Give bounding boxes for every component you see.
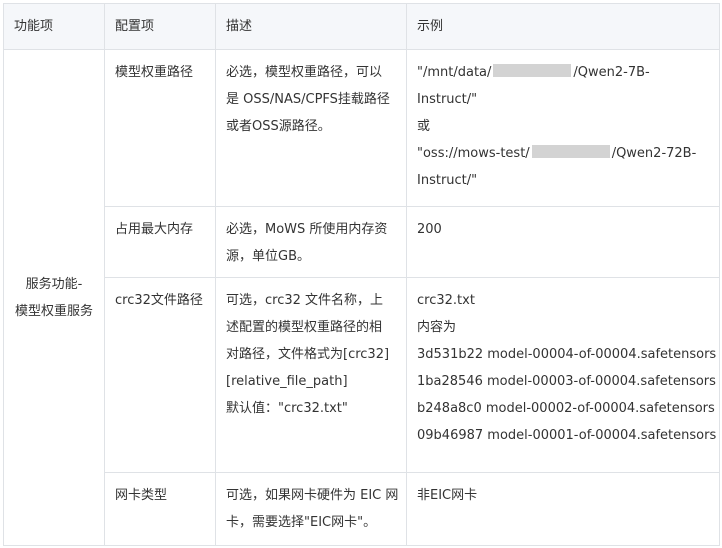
example-line: "/mnt/data/ /Qwen2-7B- [417,59,709,86]
example-path-suffix: /Qwen2-7B- [573,65,650,80]
example-cell: crc32.txt 内容为 3d531b22 model-00004-of-00… [406,277,720,473]
example-line: 1ba28546 model-00003-of-00004.safetensor… [417,374,716,389]
description-line: 述配置的模型权重路径的相 [226,320,383,335]
config-table: 功能项 配置项 描述 示例 服务功能- 模型权重服务 模型权重路径 必选，模型权… [3,3,720,546]
description-cell: 可选，如果网卡硬件为 EIC 网 卡，需要选择"EIC网卡"。 [215,472,407,546]
feature-name-line1: 服务功能- [25,276,83,292]
config-item-cell: 模型权重路径 [104,49,216,207]
table-row: crc32文件路径 可选，crc32 文件名称，上 述配置的模型权重路径的相 对… [4,277,720,473]
header-config-item: 配置项 [104,3,216,50]
header-example: 示例 [406,3,720,50]
description-line: 必选，模型权重路径，可以 [226,65,383,80]
description-line: 或者OSS源路径。 [226,119,331,134]
example-cell: 非EIC网卡 [406,472,720,546]
description-line: 源，单位GB。 [226,249,310,264]
example-line: 200 [417,222,442,237]
description-line: 默认值："crc32.txt" [226,401,348,416]
example-line: Instruct/" [417,173,478,188]
example-line: Instruct/" [417,92,478,107]
example-line: b248a8c0 model-00002-of-00004.safetensor… [417,401,715,416]
example-line: 3d531b22 model-00004-of-00004.safetensor… [417,347,717,362]
config-item-cell: crc32文件路径 [104,277,216,473]
example-line: 内容为 [417,320,457,335]
header-feature: 功能项 [3,3,105,50]
header-description: 描述 [215,3,407,50]
example-path-prefix: "oss://mows-test/ [417,146,530,161]
example-path-prefix: "/mnt/data/ [417,65,492,80]
table-row: 服务功能- 模型权重服务 模型权重路径 必选，模型权重路径，可以 是 OSS/N… [3,49,720,546]
description-line: 卡，需要选择"EIC网卡"。 [226,515,377,530]
description-line: 对路径，文件格式为[crc32] [226,347,390,362]
config-item-cell: 网卡类型 [104,472,216,546]
redacted-bar [493,64,572,77]
example-line: 非EIC网卡 [417,488,478,503]
table-row: 占用最大内存 必选，MoWS 所使用内存资 源，单位GB。 200 [4,206,720,278]
example-cell: "/mnt/data/ /Qwen2-7B- Instruct/" 或 "oss:… [406,49,720,207]
description-cell: 必选，模型权重路径，可以 是 OSS/NAS/CPFS挂载路径 或者OSS源路径… [215,49,407,207]
description-line: 必选，MoWS 所使用内存资 [226,222,388,237]
description-cell: 可选，crc32 文件名称，上 述配置的模型权重路径的相 对路径，文件格式为[c… [215,277,407,473]
feature-cell: 服务功能- 模型权重服务 [3,49,105,546]
description-line: 可选，crc32 文件名称，上 [226,293,384,308]
example-line: "oss://mows-test/ /Qwen2-72B- [417,140,709,167]
redacted-bar [531,145,610,158]
example-path-suffix: /Qwen2-72B- [611,146,697,161]
feature-name-line2: 模型权重服务 [14,303,93,319]
description-cell: 必选，MoWS 所使用内存资 源，单位GB。 [215,206,407,278]
table-header-row: 功能项 配置项 描述 示例 [3,3,720,50]
config-item-cell: 占用最大内存 [104,206,216,278]
example-cell: 200 [406,206,720,278]
description-line: 是 OSS/NAS/CPFS挂载路径 [226,92,390,107]
table-row: 网卡类型 可选，如果网卡硬件为 EIC 网 卡，需要选择"EIC网卡"。 非EI… [4,472,720,546]
example-or: 或 [417,119,431,134]
description-line: [relative_file_path] [226,374,348,389]
description-line: 可选，如果网卡硬件为 EIC 网 [226,488,399,503]
example-line: crc32.txt [417,293,475,308]
example-line: 09b46987 model-00001-of-00004.safetensor… [417,428,717,443]
